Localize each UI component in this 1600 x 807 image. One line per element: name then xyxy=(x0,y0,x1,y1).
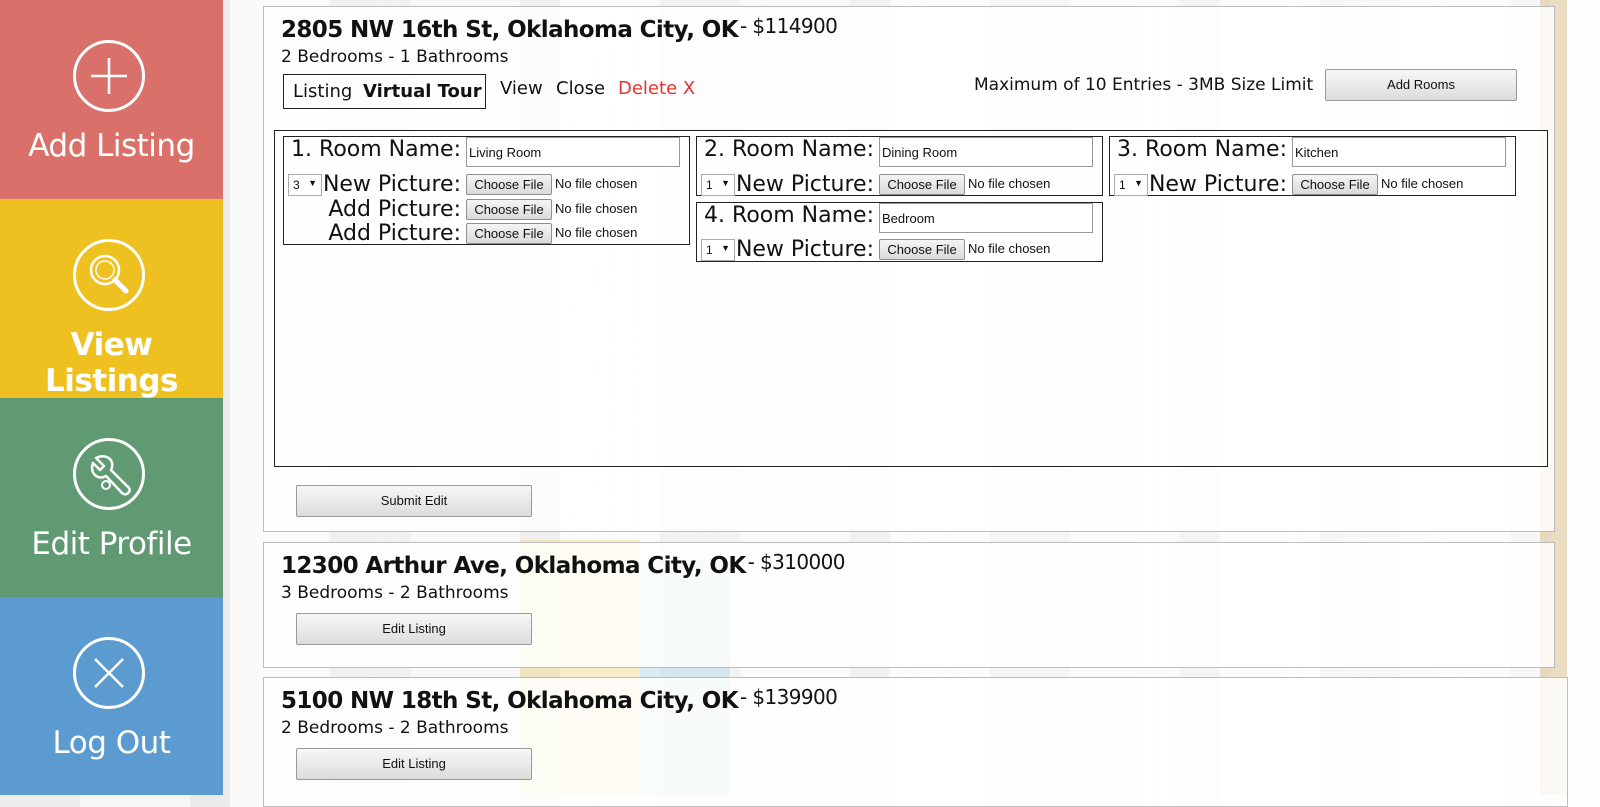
price-prefix: - xyxy=(739,685,753,709)
upload-limit-note: Maximum of 10 Entries - 3MB Size Limit xyxy=(974,75,1314,95)
listings-panel: 2805 NW 16th St, Oklahoma City, OK - $114… xyxy=(263,0,1568,807)
listing-card: 12300 Arthur Ave, Oklahoma City, OK - $31… xyxy=(263,542,1555,668)
select-value: 1 xyxy=(706,243,713,257)
listing-price: $114900 xyxy=(752,14,838,38)
picture-count-select[interactable]: 1 ▼ xyxy=(701,239,735,261)
choose-file-button[interactable]: Choose File xyxy=(466,199,552,220)
address-text: 2805 NW 16th St, Oklahoma City, OK xyxy=(281,17,739,43)
edit-listing-button[interactable]: Edit Listing xyxy=(296,748,532,780)
select-value: 3 xyxy=(293,178,300,192)
listing-address: 12300 Arthur Ave, Oklahoma City, OK - $31… xyxy=(281,550,845,579)
edit-listing-button[interactable]: Edit Listing xyxy=(296,613,532,645)
price-prefix: - xyxy=(739,14,753,38)
view-link[interactable]: View xyxy=(500,78,543,99)
listing-address: 2805 NW 16th St, Oklahoma City, OK - $114… xyxy=(281,14,838,43)
room-entry: 1. Room Name: Living Room 3 ▼ New Picture… xyxy=(283,136,690,246)
picture-count-select[interactable]: 1 ▼ xyxy=(1114,174,1148,196)
chevron-down-icon: ▼ xyxy=(308,178,317,188)
close-link[interactable]: Close xyxy=(556,78,605,99)
choose-file-button[interactable]: Choose File xyxy=(879,239,965,260)
file-status: No file chosen xyxy=(555,176,638,191)
room-entry: 2. Room Name: Dining Room 1 ▼ New Picture… xyxy=(696,136,1103,197)
listing-price: $139900 xyxy=(752,685,838,709)
room-name-label: 2. Room Name: xyxy=(704,137,874,162)
picture-label: New Picture: xyxy=(322,172,461,197)
picture-label: Add Picture: xyxy=(328,197,461,222)
choose-file-button[interactable]: Choose File xyxy=(1292,174,1378,195)
file-status: No file chosen xyxy=(968,241,1051,256)
address-text: 5100 NW 18th St, Oklahoma City, OK xyxy=(281,688,739,714)
delete-link[interactable]: Delete X xyxy=(618,78,695,99)
listing-card: 5100 NW 18th St, Oklahoma City, OK - $139… xyxy=(263,677,1568,807)
sidebar-item-add-listing[interactable]: Add Listing xyxy=(0,0,223,199)
room-name-input[interactable]: Bedroom xyxy=(879,203,1093,233)
picture-count-select[interactable]: 3 ▼ xyxy=(288,174,322,196)
close-icon xyxy=(73,637,145,709)
sidebar-item-view-listings[interactable]: View Listings xyxy=(0,199,223,399)
listing-tabs: Listing Virtual Tour xyxy=(283,74,486,109)
listing-card: 2805 NW 16th St, Oklahoma City, OK - $114… xyxy=(263,6,1555,532)
submit-edit-button[interactable]: Submit Edit xyxy=(296,485,532,517)
room-name-input[interactable]: Kitchen xyxy=(1292,137,1506,167)
file-status: No file chosen xyxy=(555,201,638,216)
sidebar-item-label: View Listings xyxy=(45,327,179,399)
picture-label: New Picture: xyxy=(735,172,874,197)
chevron-down-icon: ▼ xyxy=(721,243,730,253)
listing-price: $310000 xyxy=(759,550,845,574)
sidebar-item-label: Edit Profile xyxy=(31,526,192,562)
select-value: 1 xyxy=(706,178,713,192)
chevron-down-icon: ▼ xyxy=(721,178,730,188)
room-name-label: 1. Room Name: xyxy=(291,137,461,162)
sidebar-item-edit-profile[interactable]: Edit Profile xyxy=(0,398,223,597)
picture-label: New Picture: xyxy=(1148,172,1287,197)
file-status: No file chosen xyxy=(555,225,638,240)
picture-count-select[interactable]: 1 ▼ xyxy=(701,174,735,196)
listing-details: 2 Bedrooms - 1 Bathrooms xyxy=(281,47,509,67)
sidebar-item-log-out[interactable]: Log Out xyxy=(0,597,223,795)
add-rooms-button[interactable]: Add Rooms xyxy=(1325,69,1517,101)
room-name-input[interactable]: Living Room xyxy=(466,137,680,167)
chevron-down-icon: ▼ xyxy=(1134,178,1143,188)
wrench-icon xyxy=(73,438,145,510)
plus-icon xyxy=(73,40,145,112)
choose-file-button[interactable]: Choose File xyxy=(466,223,552,244)
select-value: 1 xyxy=(1119,178,1126,192)
choose-file-button[interactable]: Choose File xyxy=(879,174,965,195)
room-name-input[interactable]: Dining Room xyxy=(879,137,1093,167)
price-prefix: - xyxy=(747,550,760,574)
tab-listing[interactable]: Listing xyxy=(293,81,352,102)
sidebar: Add Listing View Listings Edit Profile L… xyxy=(0,0,223,795)
picture-label: New Picture: xyxy=(735,237,874,262)
sidebar-item-label: Add Listing xyxy=(28,128,195,164)
listing-address: 5100 NW 18th St, Oklahoma City, OK - $139… xyxy=(281,685,838,714)
magnifier-icon xyxy=(73,239,145,311)
rooms-grid: 1. Room Name: Living Room 3 ▼ New Picture… xyxy=(274,130,1548,467)
listing-details: 3 Bedrooms - 2 Bathrooms xyxy=(281,583,509,603)
address-text: 12300 Arthur Ave, Oklahoma City, OK xyxy=(281,553,746,579)
listing-details: 2 Bedrooms - 2 Bathrooms xyxy=(281,718,509,738)
room-entry: 3. Room Name: Kitchen 1 ▼ New Picture: Ch… xyxy=(1109,136,1516,197)
file-status: No file chosen xyxy=(968,176,1051,191)
tab-virtual-tour[interactable]: Virtual Tour xyxy=(363,81,482,102)
sidebar-item-label: Log Out xyxy=(52,725,171,761)
file-status: No file chosen xyxy=(1381,176,1464,191)
picture-label: Add Picture: xyxy=(328,221,461,246)
room-name-label: 3. Room Name: xyxy=(1117,137,1287,162)
room-name-label: 4. Room Name: xyxy=(704,203,874,228)
room-entry: 4. Room Name: Bedroom 1 ▼ New Picture: Ch… xyxy=(696,202,1103,262)
choose-file-button[interactable]: Choose File xyxy=(466,174,552,195)
